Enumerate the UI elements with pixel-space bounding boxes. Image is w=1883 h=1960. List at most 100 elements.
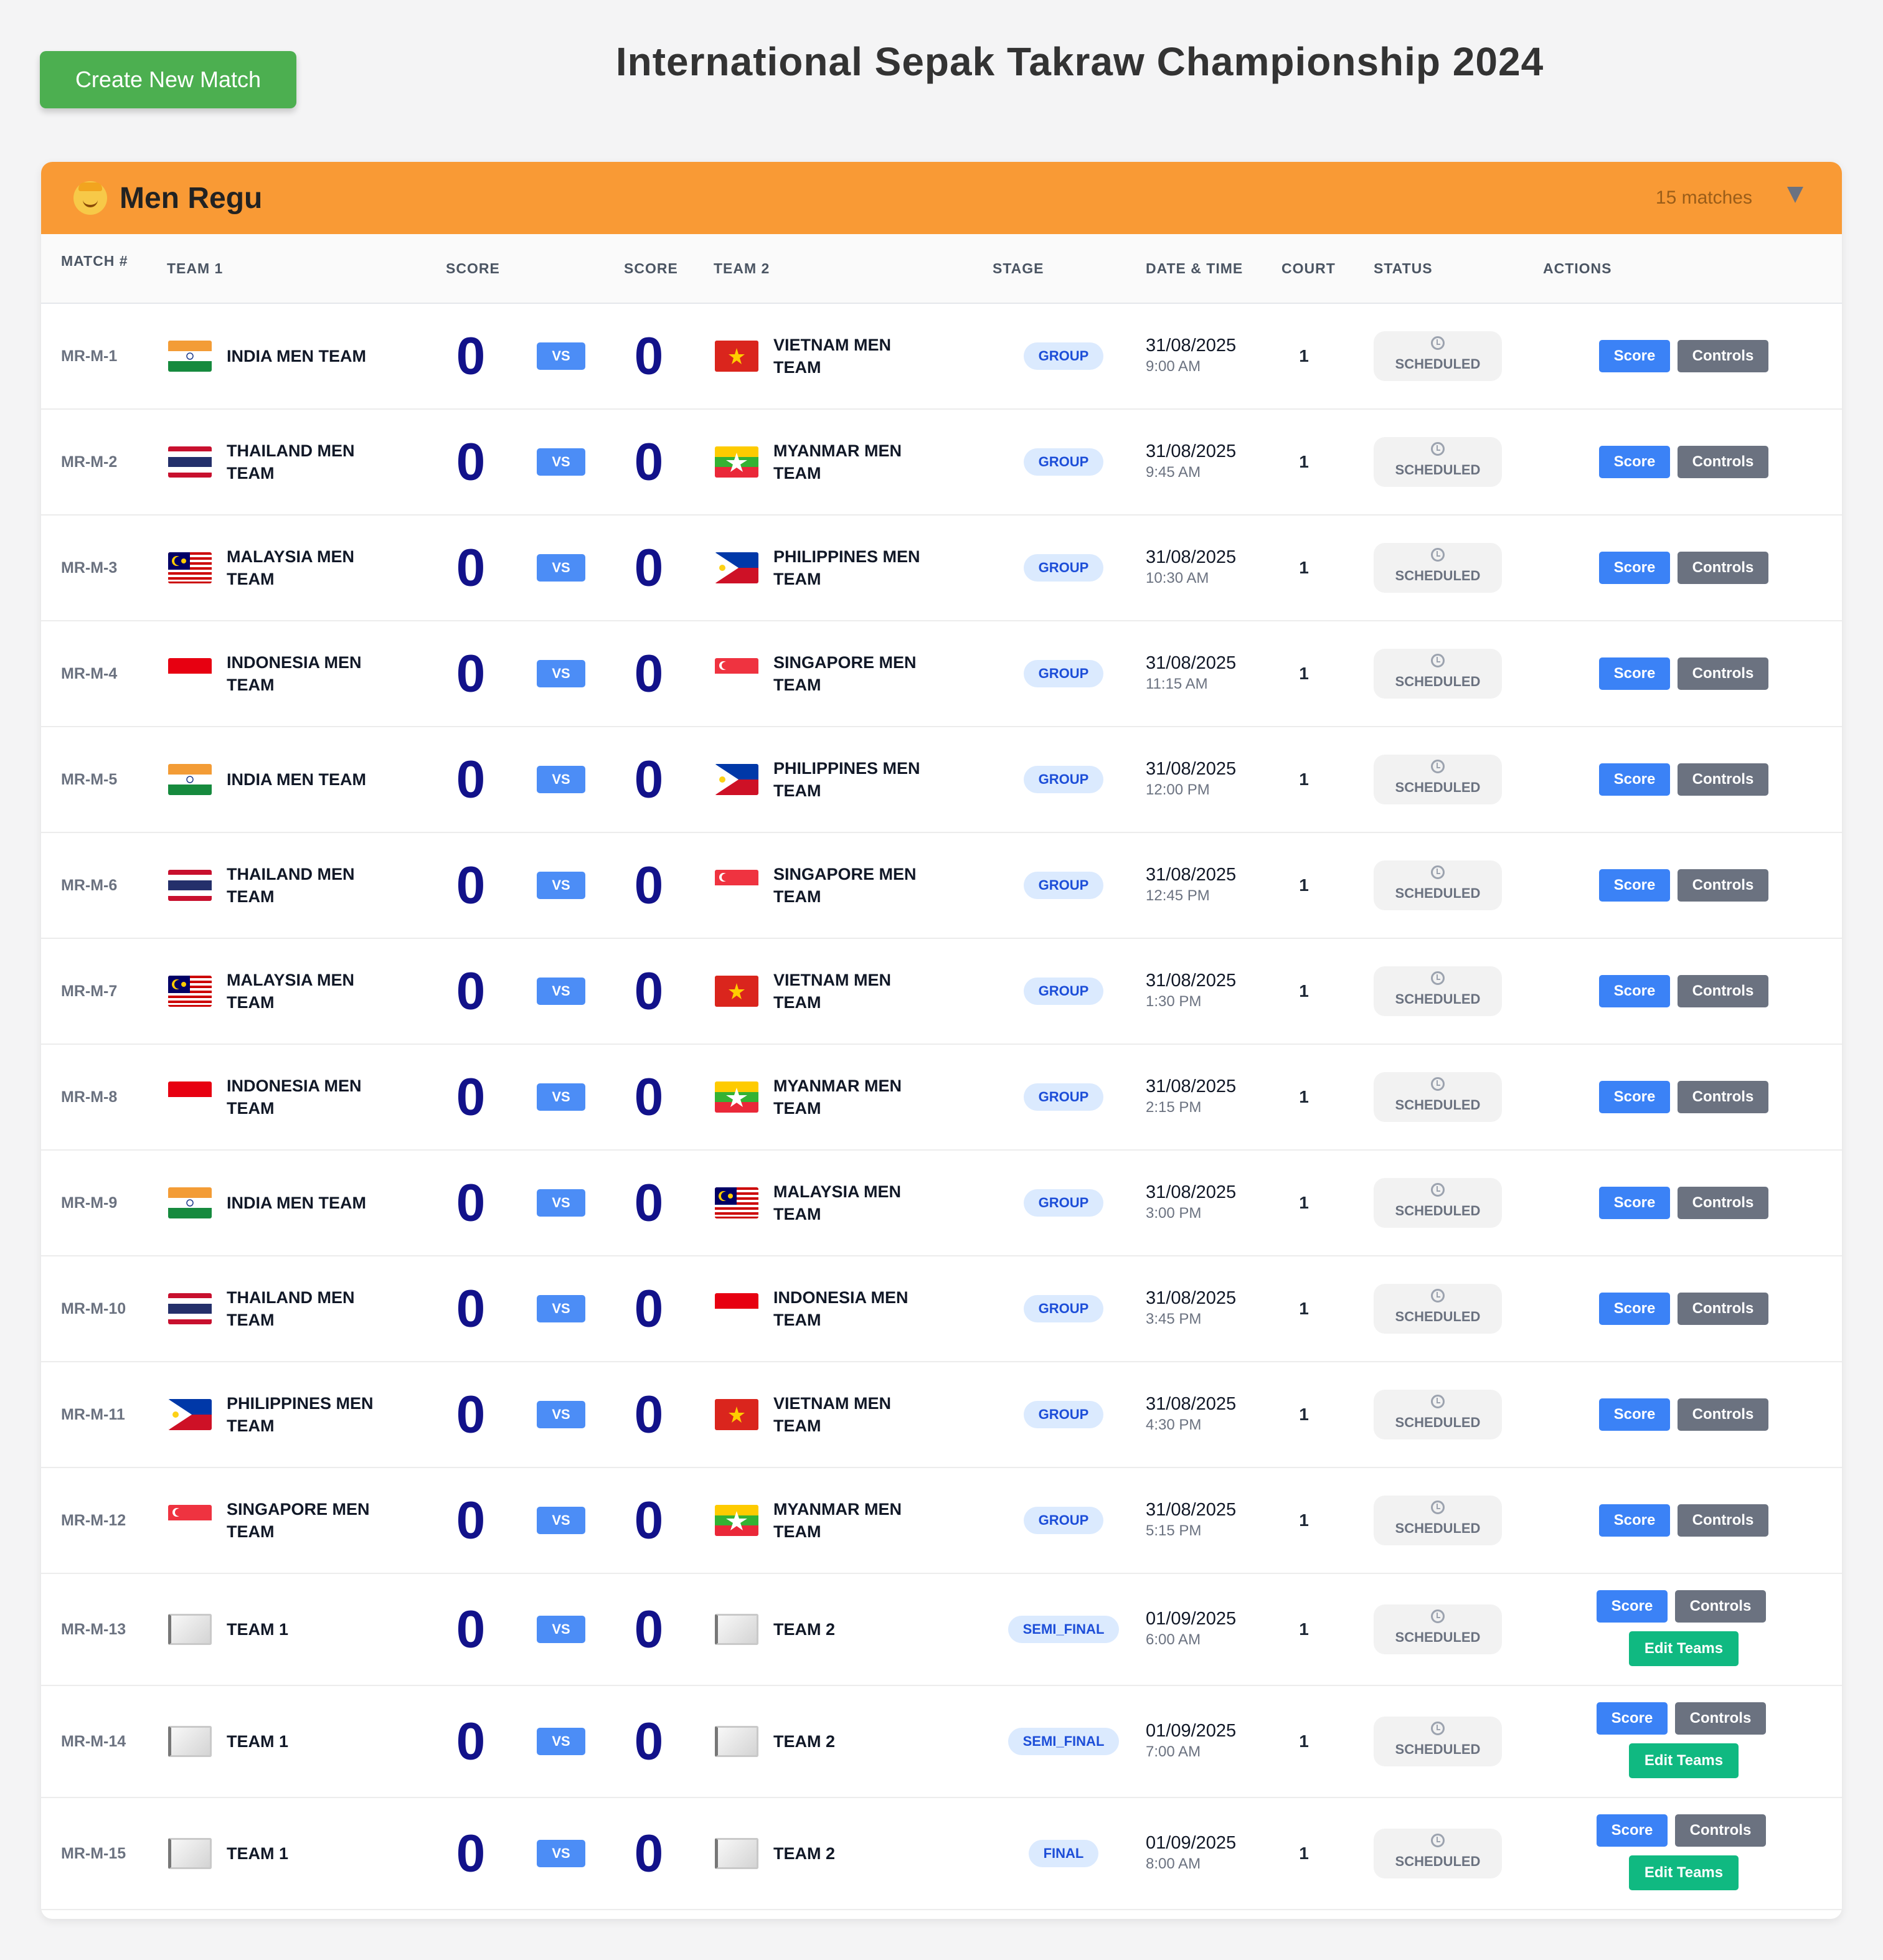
thailand-flag-icon [168, 1293, 212, 1324]
clock-icon [1431, 1722, 1445, 1735]
status-text: SCHEDULED [1395, 991, 1481, 1007]
controls-button[interactable]: Controls [1678, 340, 1768, 372]
team2-name: MYANMAR MEN TEAM [773, 441, 902, 483]
team1-score: 0 [456, 1385, 486, 1444]
match-date: 31/08/2025 [1146, 336, 1237, 356]
collapse-toggle-icon[interactable] [1787, 187, 1803, 203]
match-time: 7:00 AM [1146, 1743, 1201, 1760]
court-number: 1 [1299, 875, 1309, 895]
team1-score: 0 [456, 1824, 486, 1883]
vs-badge: VS [537, 342, 585, 370]
table-row: MR-M-7 MALAYSIA MEN TEAM 0 VS 0 VIETNAM MEN T… [41, 939, 1842, 1045]
edit-teams-button[interactable]: Edit Teams [1629, 1743, 1739, 1778]
controls-button[interactable]: Controls [1678, 1187, 1768, 1219]
court-number: 1 [1299, 981, 1309, 1001]
match-date: 31/08/2025 [1146, 759, 1237, 779]
court-number: 1 [1299, 1510, 1309, 1530]
vs-badge: VS [537, 554, 585, 582]
score-button[interactable]: Score [1599, 1398, 1670, 1431]
team1-score: 0 [456, 644, 486, 703]
match-id: MR-M-15 [61, 1845, 126, 1862]
score-button[interactable]: Score [1599, 1187, 1670, 1219]
match-time: 3:45 PM [1146, 1311, 1202, 1327]
controls-button[interactable]: Controls [1675, 1814, 1766, 1847]
team1-score: 0 [456, 1067, 486, 1126]
team2-score: 0 [634, 1600, 664, 1659]
status-badge: SCHEDULED [1374, 1072, 1502, 1122]
team2-score: 0 [634, 326, 664, 385]
score-button[interactable]: Score [1599, 340, 1670, 372]
edit-teams-button[interactable]: Edit Teams [1629, 1855, 1739, 1890]
status-badge: SCHEDULED [1374, 1604, 1502, 1654]
stage-badge: SEMI_FINAL [1008, 1728, 1120, 1755]
team1-score: 0 [456, 1600, 486, 1659]
match-datetime: 31/08/2025 9:45 AM [1146, 441, 1236, 483]
match-date: 31/08/2025 [1146, 971, 1237, 991]
controls-button[interactable]: Controls [1678, 446, 1768, 478]
stage-badge: GROUP [1023, 1401, 1104, 1428]
team2-name: MYANMAR MEN TEAM [773, 1500, 902, 1541]
match-date: 01/09/2025 [1146, 1833, 1237, 1853]
stage-badge: GROUP [1023, 660, 1104, 687]
score-button[interactable]: Score [1597, 1590, 1668, 1623]
match-id: MR-M-7 [61, 982, 118, 1000]
team2-score: 0 [634, 1173, 664, 1232]
clock-icon [1431, 1609, 1445, 1623]
team2-score: 0 [634, 432, 664, 491]
col-stage: STAGE [993, 260, 1044, 276]
vs-badge: VS [537, 1616, 585, 1643]
score-button[interactable]: Score [1599, 975, 1670, 1007]
controls-button[interactable]: Controls [1678, 1398, 1768, 1431]
controls-button[interactable]: Controls [1678, 1081, 1768, 1113]
status-text: SCHEDULED [1395, 462, 1481, 478]
philippines-flag-icon [715, 764, 758, 795]
controls-button[interactable]: Controls [1678, 1293, 1768, 1325]
controls-button[interactable]: Controls [1678, 763, 1768, 796]
stage-badge: GROUP [1023, 872, 1104, 899]
score-button[interactable]: Score [1599, 552, 1670, 584]
team1-name: INDONESIA MEN TEAM [227, 653, 362, 694]
score-button[interactable]: Score [1599, 446, 1670, 478]
controls-button[interactable]: Controls [1678, 657, 1768, 690]
edit-teams-button[interactable]: Edit Teams [1629, 1631, 1739, 1666]
vs-badge: VS [537, 1840, 585, 1867]
match-time: 6:00 AM [1146, 1631, 1201, 1648]
score-button[interactable]: Score [1599, 763, 1670, 796]
controls-button[interactable]: Controls [1678, 975, 1768, 1007]
controls-button[interactable]: Controls [1678, 869, 1768, 902]
category-header[interactable]: Men Regu 15 matches [41, 162, 1842, 234]
status-text: SCHEDULED [1395, 1520, 1481, 1536]
match-date: 31/08/2025 [1146, 1182, 1237, 1202]
table-row: MR-M-8 INDONESIA MEN TEAM 0 VS 0 MYANMAR MEN … [41, 1045, 1842, 1151]
match-date: 31/08/2025 [1146, 1077, 1237, 1096]
man-emoji-icon [73, 181, 107, 215]
controls-button[interactable]: Controls [1678, 552, 1768, 584]
team1-name: MALAYSIA MEN TEAM [227, 971, 355, 1012]
team2-score: 0 [634, 1279, 664, 1338]
team1-name: INDIA MEN TEAM [227, 347, 366, 365]
score-button[interactable]: Score [1597, 1702, 1668, 1735]
status-text: SCHEDULED [1395, 885, 1481, 901]
controls-button[interactable]: Controls [1678, 1504, 1768, 1537]
philippines-flag-icon [715, 552, 758, 583]
score-button[interactable]: Score [1599, 869, 1670, 902]
vietnam-flag-icon [715, 341, 758, 372]
myanmar-flag-icon [715, 1081, 758, 1113]
score-button[interactable]: Score [1599, 657, 1670, 690]
team2-name: VIETNAM MEN TEAM [773, 971, 891, 1012]
score-button[interactable]: Score [1599, 1504, 1670, 1537]
malaysia-flag-icon [168, 552, 212, 583]
team1-name: INDIA MEN TEAM [227, 1194, 366, 1212]
score-button[interactable]: Score [1599, 1081, 1670, 1113]
team2-score: 0 [634, 750, 664, 809]
status-text: SCHEDULED [1395, 1415, 1481, 1430]
team1-score: 0 [456, 1173, 486, 1232]
match-id: MR-M-11 [61, 1406, 125, 1423]
controls-button[interactable]: Controls [1675, 1702, 1766, 1735]
clock-icon [1431, 336, 1445, 350]
controls-button[interactable]: Controls [1675, 1590, 1766, 1623]
score-button[interactable]: Score [1599, 1293, 1670, 1325]
status-badge: SCHEDULED [1374, 966, 1502, 1016]
score-button[interactable]: Score [1597, 1814, 1668, 1847]
create-match-button[interactable]: Create New Match [40, 51, 296, 108]
